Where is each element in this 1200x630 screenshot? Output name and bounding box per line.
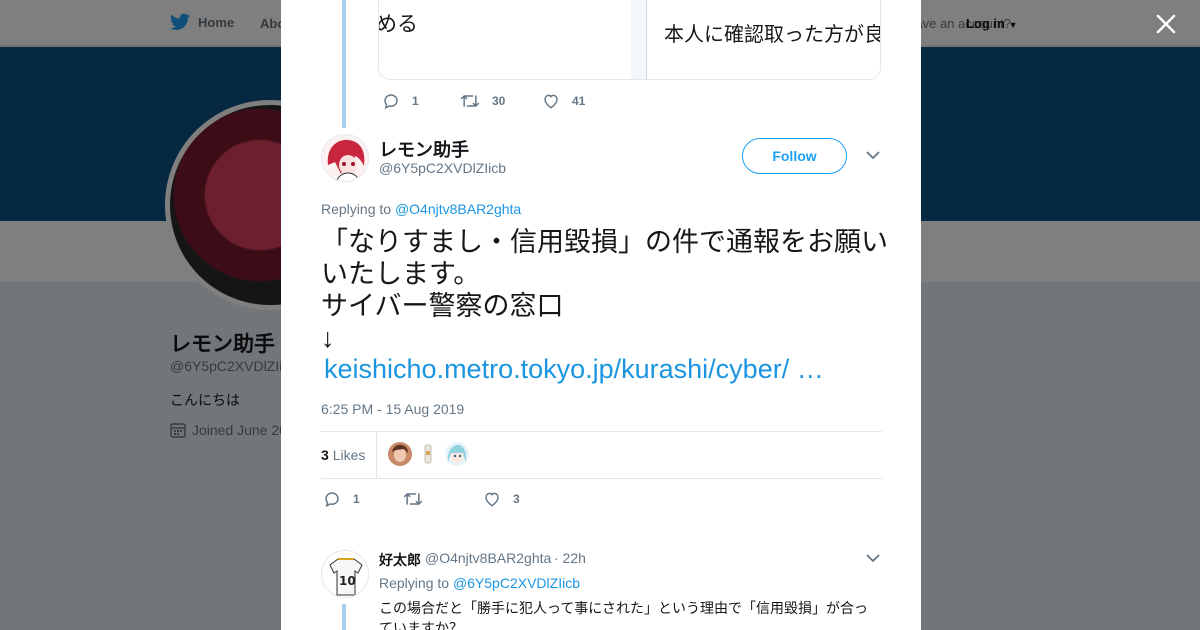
tweet-modal: める 本人に確認取った方が良 1 30 41 レモン助手 @6Y5pC2XVDl… xyxy=(281,0,921,630)
quoted-media-card[interactable]: める 本人に確認取った方が良 xyxy=(378,0,881,80)
card-divider xyxy=(631,0,647,79)
reply-author-avatar[interactable]: 10 xyxy=(321,550,369,598)
liker-avatar-image xyxy=(416,442,440,466)
retweet-icon xyxy=(460,95,480,107)
follow-button[interactable]: Follow xyxy=(742,138,847,174)
likes-stat[interactable]: 3 Likes xyxy=(321,447,365,463)
chevron-down-icon[interactable] xyxy=(866,553,880,563)
stats-divider xyxy=(376,432,377,478)
reply-text: この場合だと「勝手に犯人って事にされた」という理由で「信用毀損」が合っていますか… xyxy=(379,600,869,630)
like-button[interactable]: 3 xyxy=(483,490,520,508)
like-count: 3 xyxy=(513,492,520,506)
author-handle[interactable]: @6Y5pC2XVDlZIicb xyxy=(379,160,506,176)
reply-author-avatar-image: 10 xyxy=(322,551,368,597)
reply-icon xyxy=(325,492,339,508)
tweet-link[interactable]: keishicho.metro.tokyo.jp/kurashi/cyber/ … xyxy=(324,354,824,385)
liker-avatar[interactable] xyxy=(388,442,412,466)
tweet-timestamp[interactable]: 6:25 PM - 15 Aug 2019 xyxy=(321,401,464,417)
svg-text:10: 10 xyxy=(339,574,356,588)
replying-to-link[interactable]: @O4njtv8BAR2ghta xyxy=(395,201,521,217)
retweet-button[interactable] xyxy=(403,490,483,508)
retweet-count: 30 xyxy=(492,94,506,108)
card-right-text: 本人に確認取った方が良 xyxy=(664,24,881,46)
reply-replying-to-link[interactable]: @6Y5pC2XVDlZIicb xyxy=(453,575,580,591)
close-icon[interactable] xyxy=(1154,12,1178,36)
liker-avatar-image xyxy=(445,442,469,466)
reply-icon xyxy=(384,94,398,110)
retweet-icon xyxy=(403,493,423,505)
reply-author-handle[interactable]: @O4njtv8BAR2ghta xyxy=(425,550,551,566)
heart-icon xyxy=(544,94,558,109)
author-avatar-image xyxy=(322,135,368,181)
likes-stat-label: Likes xyxy=(332,447,366,463)
replying-to: Replying to @O4njtv8BAR2ghta xyxy=(321,201,521,217)
reply-button[interactable]: 1 xyxy=(323,490,403,508)
tweet-stats: 3 Likes xyxy=(321,431,882,479)
like-count: 41 xyxy=(572,94,586,108)
liker-avatar-image xyxy=(388,442,412,466)
author-name[interactable]: レモン助手 xyxy=(379,136,469,162)
reply-replying-prefix: Replying to xyxy=(379,575,450,591)
previous-tweet-actions: 1 30 41 xyxy=(382,92,585,110)
reply-count: 1 xyxy=(353,492,360,506)
liker-avatar[interactable] xyxy=(445,442,469,466)
author-avatar[interactable] xyxy=(321,134,369,182)
tweet-actions: 1 3 xyxy=(323,490,520,508)
card-left-text: める xyxy=(378,13,418,36)
reply-button[interactable]: 1 xyxy=(382,92,460,110)
heart-icon xyxy=(485,492,499,507)
liker-avatar[interactable] xyxy=(416,442,440,466)
like-button[interactable]: 41 xyxy=(542,92,585,110)
replying-prefix: Replying to xyxy=(321,201,392,217)
reply-count: 1 xyxy=(412,94,419,108)
thread-line xyxy=(342,604,346,630)
thread-line xyxy=(342,0,346,128)
chevron-down-icon[interactable] xyxy=(866,150,880,160)
reply-replying-to: Replying to @6Y5pC2XVDlZIicb xyxy=(379,575,580,591)
likes-stat-count: 3 xyxy=(321,447,329,463)
reply-timestamp[interactable]: · 22h xyxy=(554,550,586,566)
reply-author-name[interactable]: 好太郎 xyxy=(379,550,421,570)
tweet-text: 「なりすまし・信用毀損」の件で通報をお願いいたします。 サイバー警察の窓口 ↓ xyxy=(321,227,888,353)
retweet-button[interactable]: 30 xyxy=(460,92,542,110)
